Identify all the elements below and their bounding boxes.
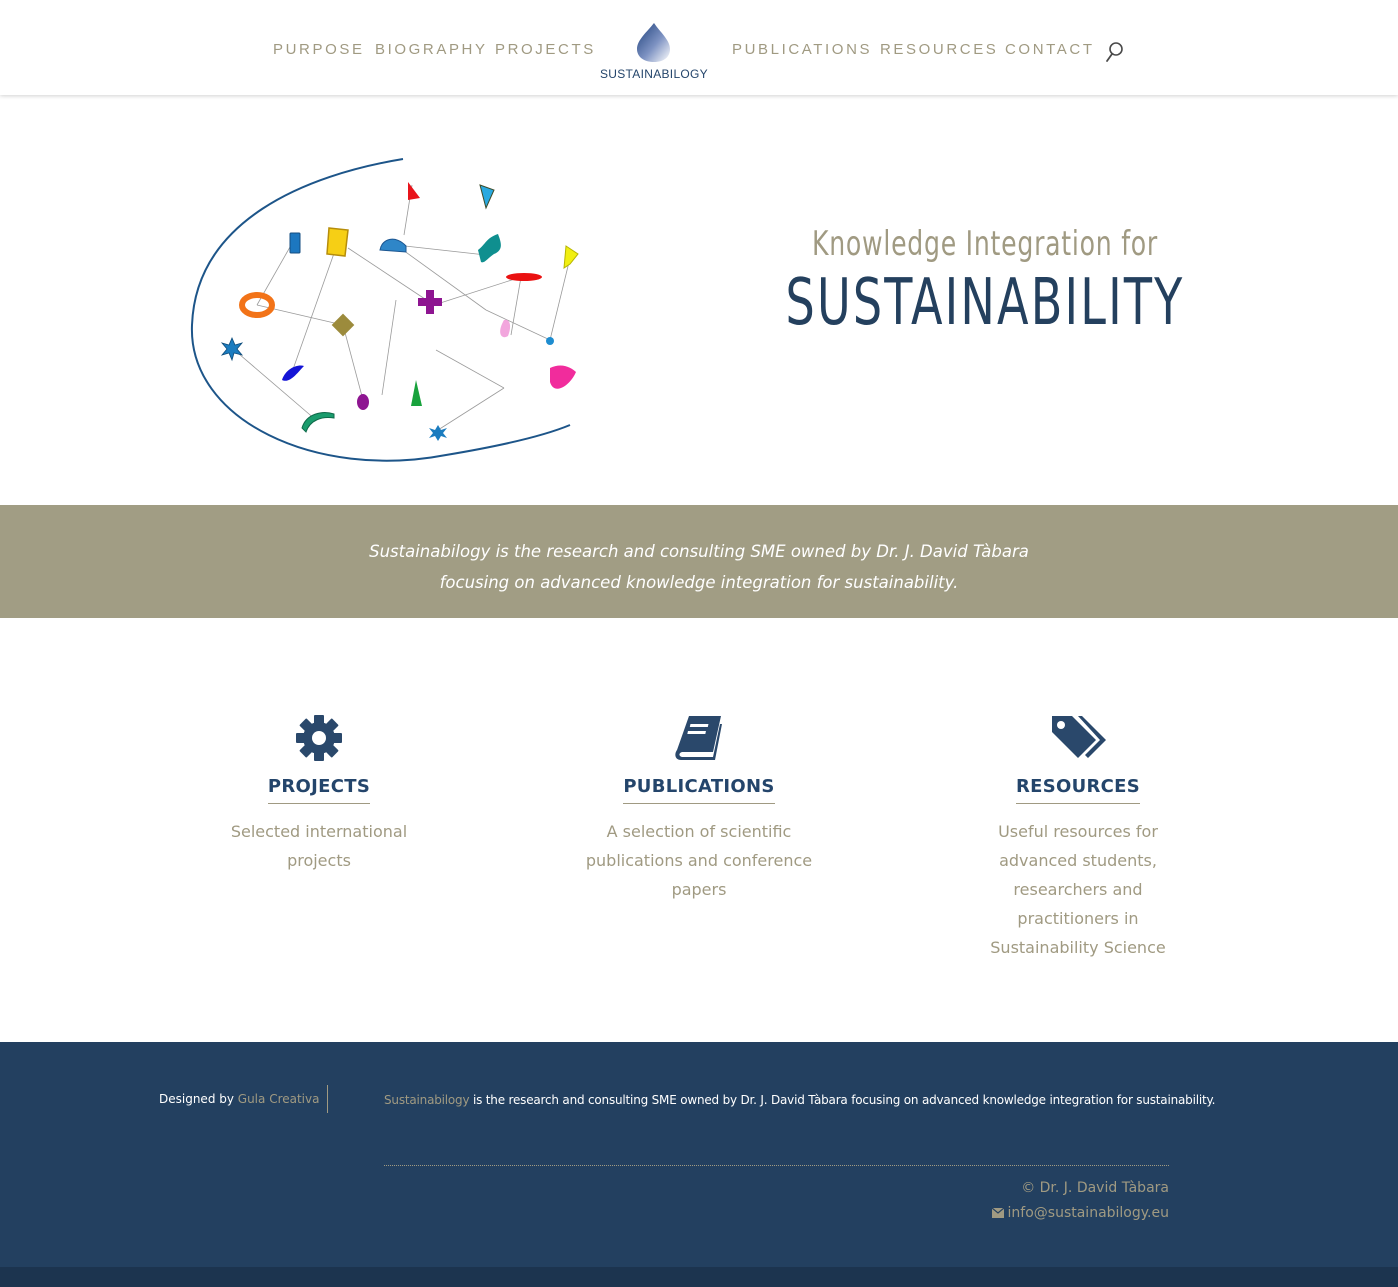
feature-resources: RESOURCES Useful resources for advanced …: [928, 712, 1228, 962]
site-header: PURPOSE BIOGRAPHY PROJECTS SUSTAINABILOG…: [0, 0, 1398, 95]
intro-line-1: Sustainabilogy is the research and consu…: [369, 542, 1029, 561]
footer-divider: [327, 1085, 328, 1113]
designer-link[interactable]: Gula Creativa: [238, 1092, 320, 1106]
water-drop-icon: [637, 23, 670, 62]
footer-rule: [384, 1165, 1169, 1166]
footer-bottom-bar: [0, 1267, 1398, 1287]
nav-contact[interactable]: CONTACT: [1005, 41, 1095, 58]
feature-publications-desc: A selection of scientific publications a…: [585, 822, 813, 899]
knowledge-network-illustration: [190, 158, 579, 462]
nav-resources[interactable]: RESOURCES: [880, 41, 998, 58]
designed-by-label: Designed by: [159, 1092, 238, 1106]
nav-purpose[interactable]: PURPOSE: [273, 41, 365, 58]
designed-by: Designed by Gula Creativa: [159, 1092, 319, 1106]
intro-line-2: focusing on advanced knowledge integrati…: [439, 573, 959, 592]
feature-resources-desc: Useful resources for advanced students, …: [990, 822, 1166, 957]
footer-about-text: is the research and consulting SME owned…: [469, 1093, 1216, 1107]
intro-text: Sustainabilogy is the research and consu…: [300, 536, 1098, 598]
hero-kicker: Knowledge Integration for: [811, 224, 1159, 264]
email-link[interactable]: info@sustainabilogy.eu: [991, 1205, 1169, 1221]
feature-projects-desc: Selected international projects: [230, 822, 408, 870]
feature-publications: PUBLICATIONS A selection of scientific p…: [549, 712, 849, 904]
email-text: info@sustainabilogy.eu: [1007, 1205, 1169, 1221]
book-icon[interactable]: [673, 712, 725, 764]
search-icon[interactable]: [1104, 40, 1126, 64]
site-footer: Designed by Gula Creativa Sustainabilogy…: [0, 1042, 1398, 1267]
intro-band: Sustainabilogy is the research and consu…: [0, 505, 1398, 618]
feature-projects-title[interactable]: PROJECTS: [267, 776, 371, 804]
feature-publications-title[interactable]: PUBLICATIONS: [623, 776, 775, 804]
feature-resources-title[interactable]: RESOURCES: [1015, 776, 1141, 804]
footer-about: Sustainabilogy is the research and consu…: [384, 1093, 1215, 1107]
feature-projects: PROJECTS Selected international projects: [169, 712, 469, 875]
hero-title: SUSTAINABILITY: [785, 266, 1185, 340]
nav-projects[interactable]: PROJECTS: [495, 41, 596, 58]
envelope-icon: [991, 1207, 1004, 1218]
copyright: © Dr. J. David Tàbara: [1021, 1180, 1169, 1196]
footer-about-link[interactable]: Sustainabilogy: [384, 1093, 470, 1107]
nav-publications[interactable]: PUBLICATIONS: [732, 41, 872, 58]
logo-text: SUSTAINABILOGY: [599, 67, 708, 81]
site-logo[interactable]: SUSTAINABILOGY: [598, 20, 710, 84]
gear-icon[interactable]: [293, 712, 345, 764]
tags-icon[interactable]: [1048, 712, 1108, 764]
nav-biography[interactable]: BIOGRAPHY: [375, 41, 488, 58]
